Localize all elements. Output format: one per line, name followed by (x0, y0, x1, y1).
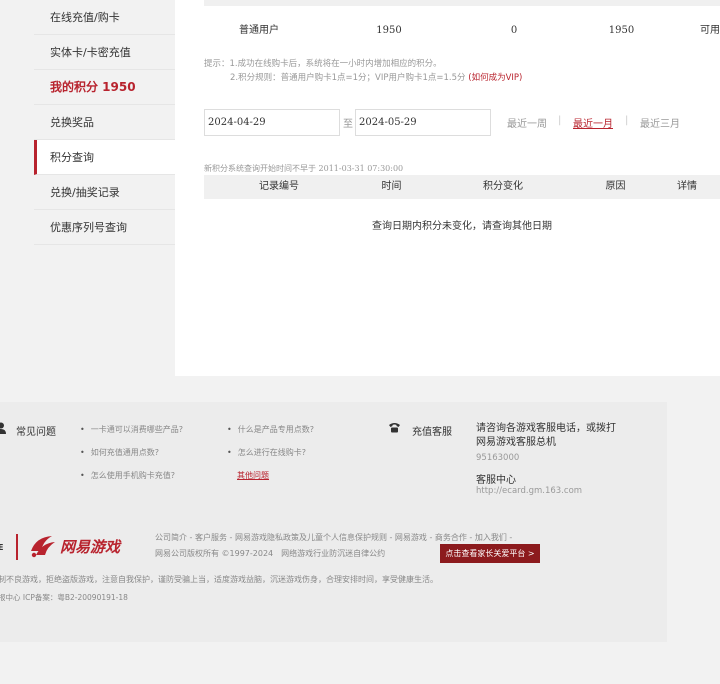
end-date-input[interactable]: 2024-05-29 (355, 109, 491, 136)
total-points: 1950 (376, 25, 402, 36)
range-separator: | (558, 115, 562, 126)
faq-link[interactable]: 什么是产品专用点数? (227, 424, 314, 435)
cs-center: 客服中心 (476, 475, 516, 486)
range-last-week[interactable]: 最近一周 (507, 115, 547, 130)
header-record-id: 记录编号 (259, 181, 299, 192)
cs-title: 充值客服 (412, 427, 452, 438)
footer-links[interactable]: 公司简介 - 客户服务 - 网易游戏隐私政策及儿童个人信息保护规则 - 网易游戏… (155, 532, 512, 543)
start-date-input[interactable]: 2024-04-29 (204, 109, 340, 136)
cs-text: 请咨询各游戏客服电话，或拨打网易游戏客服总机 (476, 423, 616, 448)
sidebar-item-redeem-prizes[interactable]: 兑换奖品 (34, 105, 175, 140)
sidebar-item-redeem-records[interactable]: 兑换/抽奖记录 (34, 175, 175, 210)
range-separator: | (625, 115, 629, 126)
main-panel: 普通用户 1950 0 1950 可用 提示：1.成功在线购卡后，系统将在一小时… (175, 0, 720, 376)
header-time: 时间 (381, 181, 402, 192)
table-header-bar (204, 0, 720, 6)
tips-prefix: 提示： (204, 59, 230, 69)
user-points-row: 普通用户 1950 0 1950 可用 (204, 19, 720, 43)
vip-link[interactable]: (如何成为VIP) (468, 73, 522, 83)
sidebar-item-coupon-query[interactable]: 优惠序列号查询 (34, 210, 175, 245)
brand-partial: E (0, 543, 4, 552)
header-reason: 原因 (605, 181, 626, 192)
sidebar-item-online-recharge[interactable]: 在线充值/购卡 (34, 0, 175, 35)
faq-link[interactable]: 一卡通可以消费哪些产品? (80, 424, 183, 435)
user-icon (0, 422, 6, 434)
cs-url[interactable]: http://ecard.gm.163.com (476, 486, 582, 496)
sidebar-item-points-query[interactable]: 积分查询 (34, 140, 175, 175)
faq-link[interactable]: 如何充值通用点数? (80, 447, 159, 458)
icp-record: 报中心 ICP备案：粤B2-20090191-18 (0, 593, 128, 602)
to-label: 至 (343, 119, 353, 130)
cs-phone: 95163000 (476, 453, 520, 463)
logo-text: 网易游戏 (60, 538, 121, 556)
top-area: 在线充值/购卡 实体卡/卡密充值 我的积分 1950 兑换奖品 积分查询 兑换/… (0, 0, 720, 376)
header-points-change: 积分变化 (483, 181, 523, 192)
faq-more-link[interactable]: 其他问题 (237, 470, 269, 481)
phone-icon (389, 423, 400, 433)
user-type: 普通用户 (239, 25, 279, 36)
sidebar-item-my-points: 我的积分 1950 (34, 70, 175, 105)
faq-link[interactable]: 怎么使用手机购卡充值? (80, 470, 175, 481)
points-status: 可用 (700, 25, 720, 36)
range-last-quarter[interactable]: 最近三月 (640, 115, 680, 130)
range-last-month[interactable]: 最近一月 (573, 115, 613, 130)
tips: 提示：1.成功在线购卡后，系统将在一小时内增加相应的积分。 2.积分规则：普通用… (204, 57, 522, 85)
netease-logo-icon (31, 536, 55, 558)
footer: 常见问题 一卡通可以消费哪些产品? 什么是产品专用点数? 如何充值通用点数? 怎… (0, 402, 667, 642)
empty-message: 查询日期内积分未变化，请查询其他日期 (372, 221, 552, 232)
available-points: 1950 (608, 25, 635, 36)
faq-link[interactable]: 怎么进行在线购卡? (227, 447, 306, 458)
query-note: 新积分系统查询开始时间不早于 2011-03-31 07:30:00 (204, 164, 404, 173)
header-details: 详情 (677, 181, 697, 192)
health-warning: 制不良游戏，拒绝盗版游戏，注意自我保护，谨防受骗上当，适度游戏益脑，沉迷游戏伤身… (0, 575, 438, 584)
frozen-points: 0 (510, 25, 518, 36)
tips-line-1: 1.成功在线购卡后，系统将在一小时内增加相应的积分。 (229, 59, 442, 69)
sidebar-item-card-recharge[interactable]: 实体卡/卡密充值 (34, 35, 175, 70)
parent-care-button[interactable]: 点击查看家长关爱平台 > (440, 544, 540, 563)
brand-divider (16, 534, 18, 560)
sidebar: 在线充值/购卡 实体卡/卡密充值 我的积分 1950 兑换奖品 积分查询 兑换/… (34, 0, 175, 376)
tips-line-2: 2.积分规则：普通用户购卡1点=1分；VIP用户购卡1点=1.5分 (230, 73, 469, 83)
records-table-header: 记录编号 时间 积分变化 原因 详情 (204, 175, 720, 199)
copyright: 网易公司版权所有 ©1997-2024 网络游戏行业防沉迷自律公约 (155, 549, 386, 558)
faq-title: 常见问题 (16, 427, 56, 438)
